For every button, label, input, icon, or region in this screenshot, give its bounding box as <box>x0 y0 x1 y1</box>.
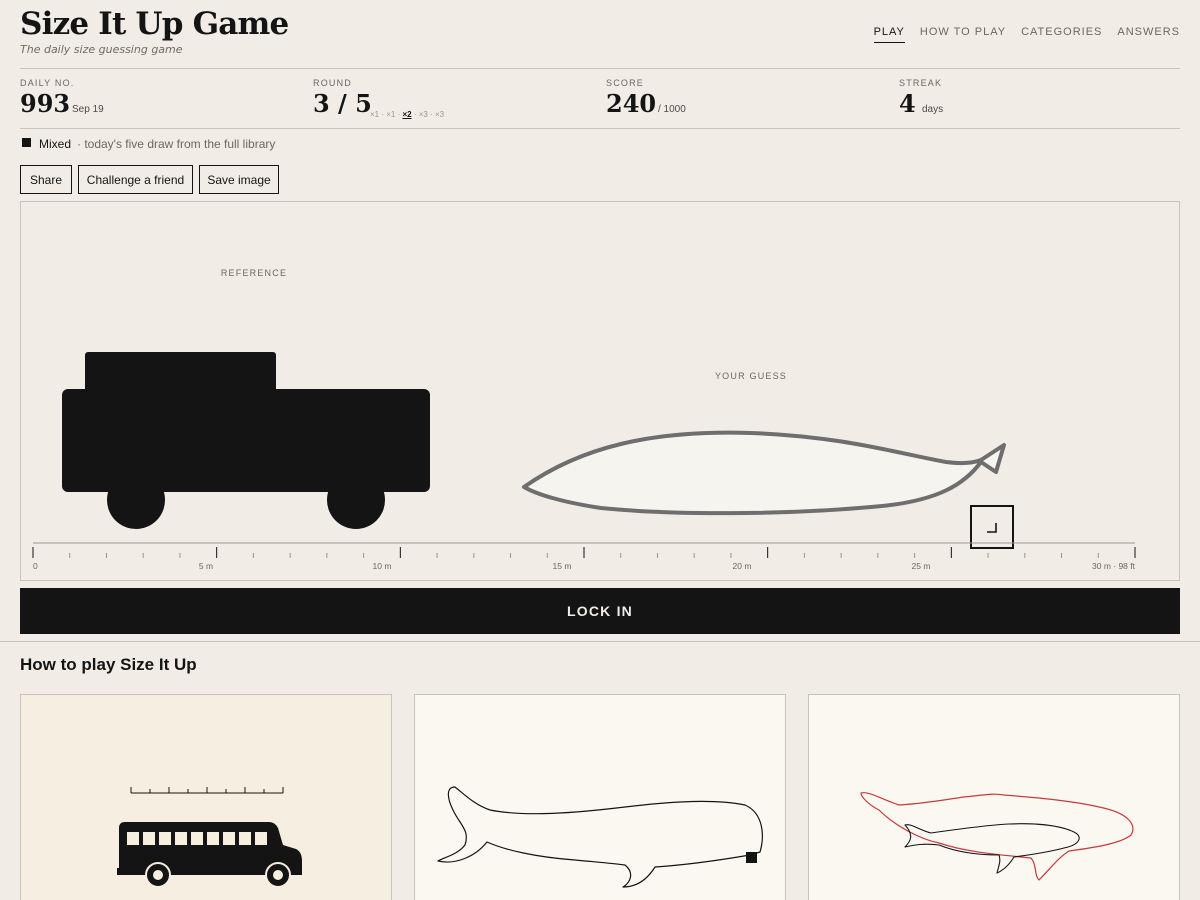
stat-daily-value: 993 <box>20 89 71 118</box>
howto-card-1 <box>20 694 392 900</box>
round-pip: ×3 <box>434 110 445 119</box>
ruler-tick-label: 5 m <box>199 561 213 571</box>
scale-ruler-labels: 0 5 m 10 m 15 m 20 m 25 m 30 m · 98 ft <box>33 561 1136 571</box>
mode-square-icon <box>22 138 31 147</box>
ruler-tick-label: 10 m <box>373 561 392 571</box>
nav-item-play[interactable]: PLAY <box>873 26 905 43</box>
reference-label: REFERENCE <box>221 268 287 278</box>
stats-bar: DAILY NO. 993 Sep 19 ROUND 3 / 5 ×1 · ×1… <box>20 69 1180 129</box>
nav-item-categories[interactable]: CATEGORIES <box>1021 26 1102 43</box>
round-pip-current: ×2 <box>402 110 412 119</box>
stat-round-value: 3 / 5 <box>313 89 372 118</box>
round-pip: ×3 <box>418 110 428 119</box>
share-button[interactable]: Share <box>20 165 72 194</box>
stat-streak-unit: days <box>922 104 944 115</box>
stat-score-label: SCORE <box>606 78 645 88</box>
reference-truck-icon <box>62 352 430 529</box>
howto-card-3 <box>808 694 1180 900</box>
ruler-tick-label: 15 m <box>553 561 572 571</box>
ruler-tick-label: 30 m · 98 ft <box>1092 561 1136 571</box>
ruler-tick-label: 20 m <box>733 561 752 571</box>
site-subtitle: The daily size guessing game <box>20 43 183 56</box>
site-header: Size It Up Game The daily size guessing … <box>20 0 1180 69</box>
stat-daily-date: Sep 19 <box>72 104 104 115</box>
mode-note: · today's five draw from the full librar… <box>77 137 276 151</box>
main-nav: PLAY HOW TO PLAY CATEGORIES ANSWERS <box>873 26 1180 43</box>
stat-score-value: 240 <box>606 89 657 118</box>
save-image-button[interactable]: Save image <box>199 165 279 194</box>
mode-label: Mixed <box>39 137 72 151</box>
stat-daily-label: DAILY NO. <box>20 78 75 88</box>
round-pip: ×1 <box>386 110 396 119</box>
challenge-friend-button[interactable]: Challenge a friend <box>78 165 193 194</box>
whale-resize-icon <box>437 786 763 888</box>
nav-item-how-to-play[interactable]: HOW TO PLAY <box>920 26 1006 43</box>
stat-streak-label: STREAK <box>899 78 943 88</box>
section-divider <box>0 641 1200 642</box>
whale-comparison-icon <box>860 792 1134 881</box>
guess-whale-icon[interactable] <box>522 430 1006 516</box>
stat-round-label: ROUND <box>313 78 352 88</box>
school-bus-ruler-icon <box>117 787 302 888</box>
guess-label: YOUR GUESS <box>715 371 787 381</box>
scale-ruler <box>32 542 1136 558</box>
how-to-play-heading: How to play Size It Up <box>20 655 197 674</box>
stage-canvas: REFERENCE YOUR GUESS 0 5 m 10 m 15 m 20 … <box>32 268 1136 571</box>
stat-score-max: / 1000 <box>658 104 686 115</box>
howto-card-2 <box>414 694 786 900</box>
stat-streak-value: 4 <box>899 89 916 118</box>
round-pip: ×1 <box>370 110 380 119</box>
game-stage: REFERENCE YOUR GUESS 0 5 m 10 m 15 m 20 … <box>20 201 1180 581</box>
ruler-tick-label: 0 <box>33 561 38 571</box>
lock-in-button[interactable]: LOCK IN <box>20 588 1180 634</box>
site-title[interactable]: Size It Up Game <box>20 6 289 42</box>
ruler-tick-label: 25 m <box>912 561 931 571</box>
resize-handle-icon[interactable] <box>970 505 1014 549</box>
round-multipliers: ×1 · ×1 · ×2 · ×3 · ×3 <box>370 110 445 119</box>
nav-item-answers[interactable]: ANSWERS <box>1117 26 1180 43</box>
